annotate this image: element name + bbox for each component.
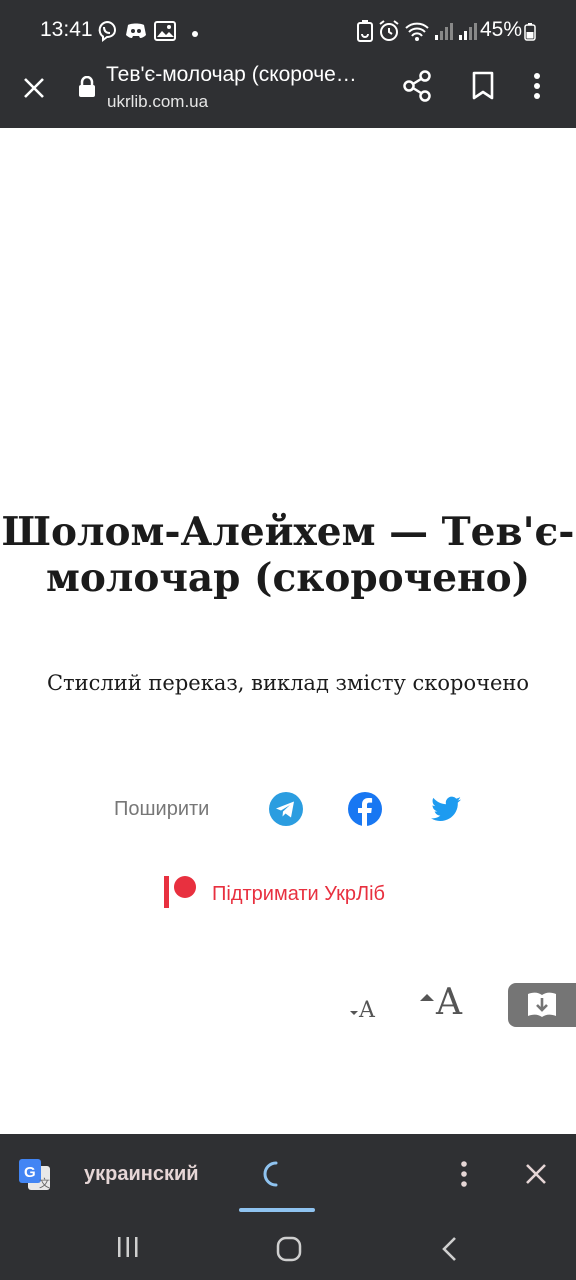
book-title: Шолом-Алейхем — Тев'є-молочар (скорочено… <box>1 509 575 601</box>
home-button[interactable] <box>276 1236 302 1267</box>
loading-spinner-icon <box>262 1160 282 1193</box>
page-title-tab[interactable]: Тев'є-молочар (скороче… <box>106 63 381 87</box>
viber-icon <box>96 20 118 47</box>
translate-more-button[interactable] <box>452 1160 476 1193</box>
status-time: 13:41 <box>40 18 93 41</box>
custom-tab-toolbar: Тев'є-молочар (скороче… ukrlib.com.ua <box>0 62 576 128</box>
svg-text:文: 文 <box>39 1176 50 1190</box>
increase-font-label: A <box>436 982 462 1023</box>
telegram-icon <box>269 792 303 826</box>
share-button[interactable] <box>402 70 432 107</box>
increase-font-button[interactable]: A <box>418 982 468 1030</box>
twitter-icon <box>431 796 461 821</box>
twitter-share-button[interactable] <box>428 791 464 832</box>
bookmark-icon <box>472 71 494 100</box>
wifi-icon <box>404 20 430 47</box>
bookmark-button[interactable] <box>470 70 496 107</box>
download-book-button[interactable] <box>508 983 576 1027</box>
share-label: Поширити <box>114 798 210 820</box>
translate-bar: G文 украинский <box>0 1134 576 1214</box>
system-navigation-bar <box>0 1214 576 1280</box>
page-url[interactable]: ukrlib.com.ua <box>107 92 208 112</box>
facebook-share-button[interactable] <box>347 791 383 832</box>
battery-icon <box>524 23 536 46</box>
more-menu-button[interactable] <box>532 70 542 107</box>
support-label: Підтримати УкрЛіб <box>212 882 385 905</box>
book-subtitle: Стислий переказ, виклад змісту скорочено <box>46 671 530 695</box>
telegram-share-button[interactable] <box>268 791 304 832</box>
translate-language-tab[interactable]: украинский <box>84 1163 199 1186</box>
book-download-icon <box>528 992 556 1017</box>
support-ukrlib-link[interactable]: Підтримати УкрЛіб <box>162 875 385 914</box>
gallery-icon <box>154 21 176 46</box>
decrease-font-label: A <box>359 998 375 1023</box>
back-button[interactable] <box>440 1236 460 1267</box>
battery-saver-icon <box>356 20 374 47</box>
discord-icon <box>124 20 148 47</box>
decrease-font-button[interactable]: A <box>346 994 380 1028</box>
signal-icon-1 <box>434 21 454 46</box>
home-icon <box>276 1236 302 1262</box>
more-vertical-icon <box>461 1161 467 1187</box>
lock-icon[interactable] <box>78 75 96 103</box>
translate-close-button[interactable] <box>524 1160 548 1193</box>
share-icon <box>403 70 431 102</box>
notification-icons <box>96 20 198 47</box>
recent-apps-icon <box>118 1237 138 1257</box>
battery-level: 45% <box>479 18 522 41</box>
close-icon <box>526 1164 546 1184</box>
web-content: Шолом-Алейхем — Тев'є-молочар (скорочено… <box>0 128 576 1134</box>
alarm-icon <box>378 20 400 47</box>
dot-icon <box>192 30 198 37</box>
facebook-icon <box>348 792 382 826</box>
close-tab-button[interactable] <box>18 72 50 104</box>
share-row: Поширити <box>0 788 576 832</box>
patreon-icon <box>162 875 198 914</box>
google-translate-icon[interactable]: G文 <box>18 1158 52 1197</box>
status-bar: 13:41 45% <box>0 0 576 62</box>
more-vertical-icon <box>534 73 540 99</box>
active-tab-indicator <box>239 1208 315 1212</box>
back-chevron-icon <box>442 1237 456 1261</box>
system-icons <box>356 20 478 47</box>
svg-text:G: G <box>24 1164 36 1181</box>
signal-icon-2 <box>458 21 478 46</box>
close-icon <box>24 78 44 98</box>
recent-apps-button[interactable] <box>116 1236 140 1263</box>
